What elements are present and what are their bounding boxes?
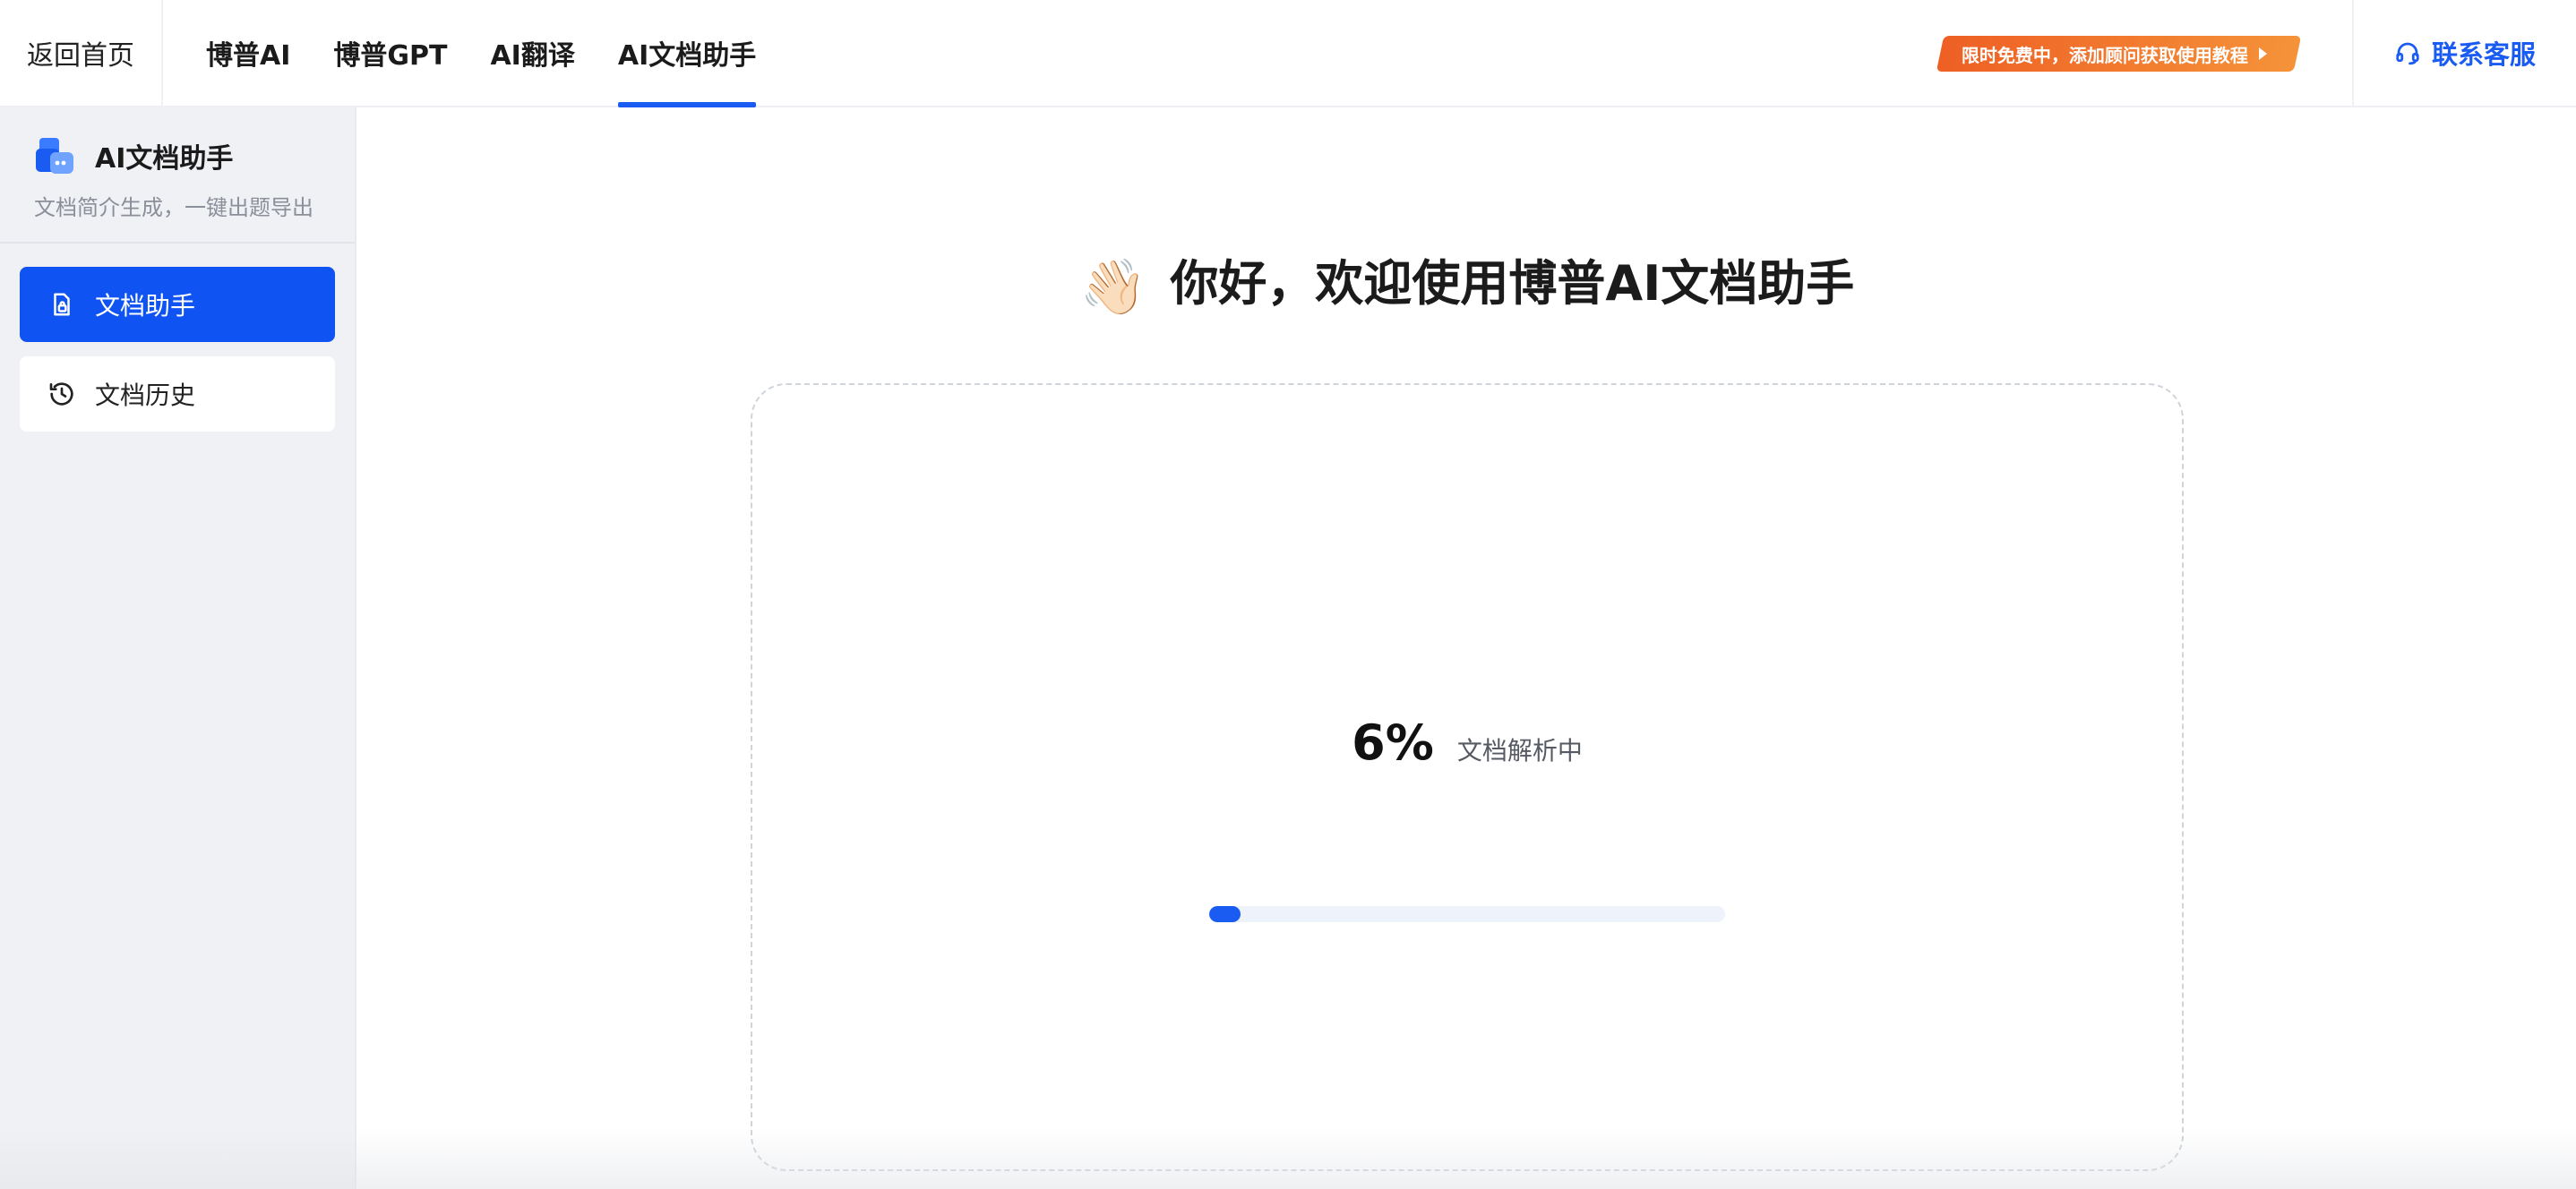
sidebar-item-label: 文档历史 [95,381,196,410]
tab-ai-translate[interactable]: AI翻译 [490,0,574,106]
progress-bar-track [1209,906,1725,922]
sidebar-item-document-history[interactable]: 文档历史 [20,356,335,432]
progress-bar-fill [1209,906,1241,922]
progress-percent: 6% [1352,714,1434,771]
promo-text: 限时免费中，添加顾问获取使用教程 [1962,44,2248,66]
main-nav: 博普AI 博普GPT AI翻译 AI文档助手 [163,0,757,107]
top-navigation-bar: 返回首页 博普AI 博普GPT AI翻译 AI文档助手 限时免费中，添加顾问获取… [0,0,2576,107]
progress-status-text: 文档解析中 [1456,736,1583,766]
progress-header: 6% 文档解析中 [752,714,2182,771]
back-home-link[interactable]: 返回首页 [0,0,163,106]
play-arrow-icon [2259,47,2267,60]
sidebar-header: AI文档助手 文档简介生成，一键出题导出 [0,107,355,244]
sidebar: AI文档助手 文档简介生成，一键出题导出 文档助手 文档历史 [0,107,356,1189]
document-lock-icon [47,289,77,320]
sidebar-item-label: 文档助手 [95,291,196,321]
document-upload-area[interactable]: 6% 文档解析中 [751,383,2184,1171]
sidebar-menu: 文档助手 文档历史 [20,267,335,446]
contact-support-button[interactable]: 联系客服 [2352,0,2576,106]
history-icon [47,379,77,409]
tab-bopu-gpt[interactable]: 博普GPT [333,0,447,106]
headset-icon [2396,42,2419,65]
sidebar-app-title: AI文档助手 [95,143,234,175]
tab-ai-document-assistant[interactable]: AI文档助手 [617,0,757,107]
sidebar-app-subtitle: 文档简介生成，一键出题导出 [34,195,313,220]
tab-bopu-ai[interactable]: 博普AI [206,0,290,106]
waving-hand-icon: 👋🏻 [1079,256,1147,319]
main-content: 👋🏻 你好，欢迎使用博普AI文档助手 6% 文档解析中 [358,109,2576,1189]
document-assistant-logo-icon [36,138,73,174]
welcome-heading: 👋🏻 你好，欢迎使用博普AI文档助手 [358,244,2576,319]
welcome-text: 你好，欢迎使用博普AI文档助手 [1170,255,1855,312]
contact-support-label: 联系客服 [2431,39,2536,70]
free-trial-promo-banner[interactable]: 限时免费中，添加顾问获取使用教程 [1936,36,2302,72]
sidebar-item-document-assistant[interactable]: 文档助手 [20,267,335,342]
